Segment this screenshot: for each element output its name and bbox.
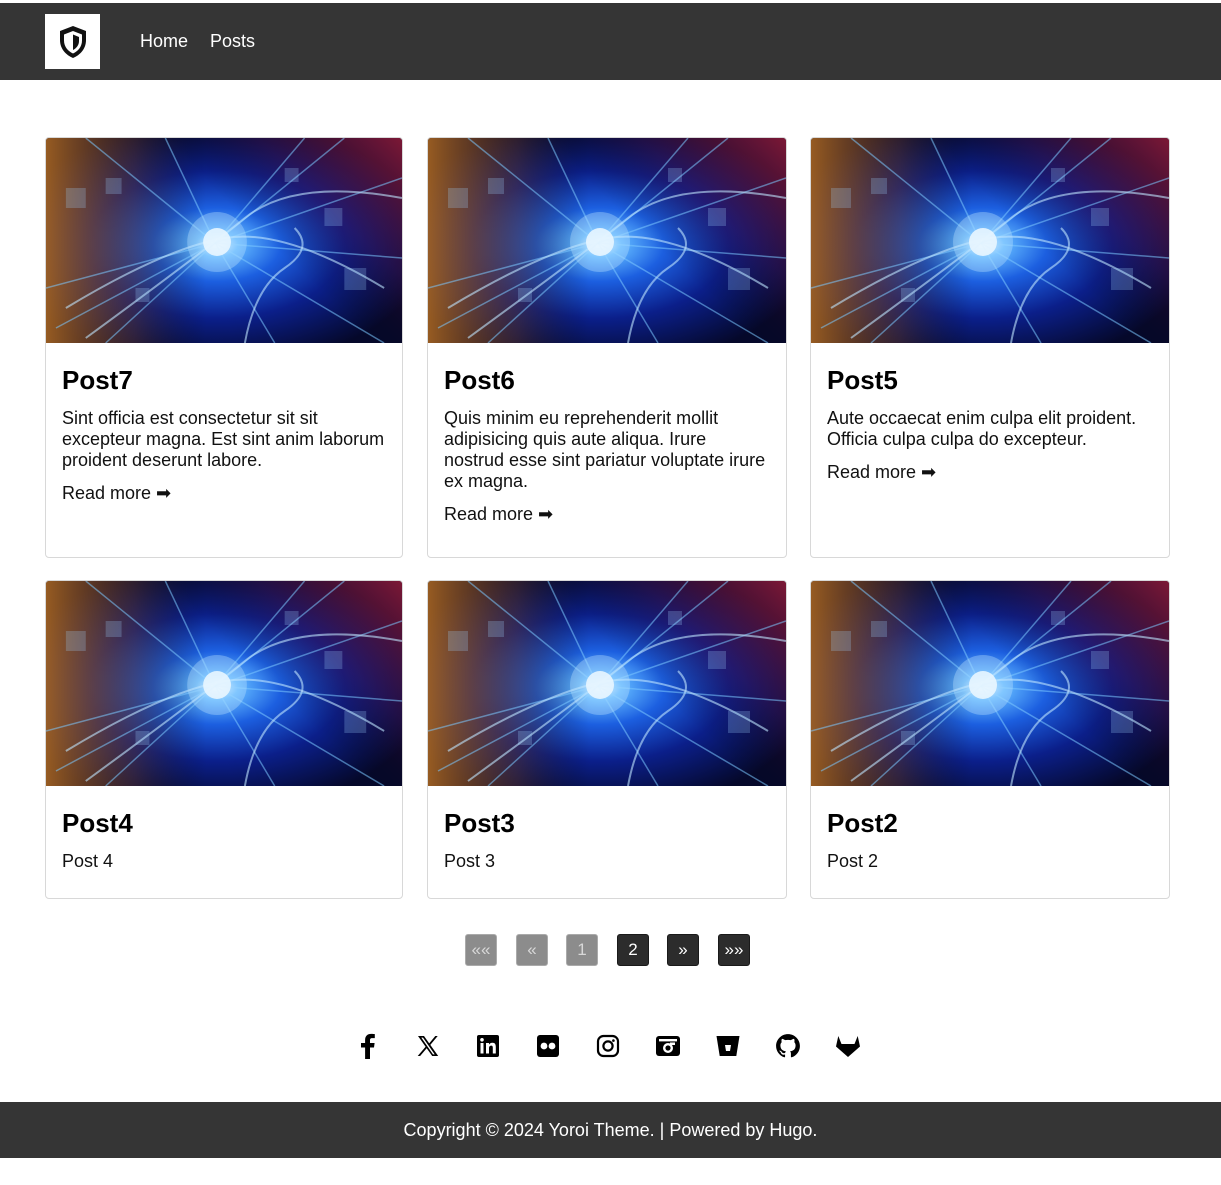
read-more-link[interactable]: Read more ➡ (62, 483, 171, 504)
flickr-icon[interactable] (532, 1030, 564, 1062)
bitbucket-icon[interactable] (712, 1030, 744, 1062)
page-1-button[interactable]: 1 (566, 934, 598, 966)
post-card-post5: Post5 Aute occaecat enim culpa elit proi… (810, 137, 1170, 558)
read-more-link[interactable]: Read more ➡ (444, 504, 553, 525)
last-page-button[interactable]: »» (718, 934, 750, 966)
post-thumbnail[interactable] (811, 581, 1169, 786)
post-summary: Post 4 (62, 851, 114, 871)
camera-icon[interactable] (652, 1030, 684, 1062)
yoroi-theme-link[interactable]: Yoroi Theme (549, 1120, 650, 1140)
linkedin-icon[interactable] (472, 1030, 504, 1062)
pagination: «« « 1 2 » »» (465, 934, 755, 966)
post-title[interactable]: Post7 (62, 365, 386, 395)
nav-home-link[interactable]: Home (140, 31, 188, 51)
previous-page-button[interactable]: « (516, 934, 548, 966)
nav-posts-link[interactable]: Posts (210, 31, 255, 51)
post-title[interactable]: Post4 (62, 808, 386, 838)
powered-by-text: . | Powered by (649, 1119, 770, 1140)
copyright-text: Copyright © 2024 Yoroi Theme. | Powered … (404, 1120, 818, 1141)
x-twitter-icon[interactable] (412, 1030, 444, 1062)
gitlab-icon[interactable] (832, 1030, 864, 1062)
social-links (0, 1030, 1221, 1062)
post-title[interactable]: Post6 (444, 365, 770, 395)
post-title[interactable]: Post3 (444, 808, 770, 838)
first-page-button[interactable]: «« (465, 934, 497, 966)
post-thumbnail[interactable] (428, 138, 786, 343)
github-icon[interactable] (772, 1030, 804, 1062)
post-summary: Aute occaecat enim culpa elit proident. … (827, 408, 1137, 449)
post-summary: Post 3 (444, 851, 496, 871)
read-more-link[interactable]: Read more ➡ (827, 462, 936, 483)
post-card-post4: Post4 Post 4 (45, 580, 403, 899)
post-thumbnail[interactable] (46, 138, 402, 343)
post-thumbnail[interactable] (428, 581, 786, 786)
site-header: Home Posts (0, 3, 1221, 80)
post-thumbnail[interactable] (46, 581, 402, 786)
post-summary: Sint officia est consectetur sit sit exc… (62, 408, 385, 470)
post-card-post3: Post3 Post 3 (427, 580, 787, 899)
main-nav: Home Posts (140, 31, 255, 51)
facebook-icon[interactable] (352, 1030, 384, 1062)
copyright-prefix: Copyright © 2024 (403, 1119, 549, 1140)
site-footer: Copyright © 2024 Yoroi Theme. | Powered … (0, 1102, 1221, 1158)
post-summary: Post 2 (827, 851, 879, 871)
instagram-icon[interactable] (592, 1030, 624, 1062)
post-title[interactable]: Post5 (827, 365, 1153, 395)
post-card-post7: Post7 Sint officia est consectetur sit s… (45, 137, 403, 558)
post-card-post2: Post2 Post 2 (810, 580, 1170, 899)
hugo-link[interactable]: Hugo (769, 1120, 812, 1140)
post-title[interactable]: Post2 (827, 808, 1153, 838)
post-summary: Quis minim eu reprehenderit mollit adipi… (444, 408, 766, 491)
shield-logo-icon (59, 25, 86, 58)
page-2-button[interactable]: 2 (617, 934, 649, 966)
site-logo[interactable] (45, 14, 100, 69)
post-card-post6: Post6 Quis minim eu reprehenderit mollit… (427, 137, 787, 558)
copyright-suffix: . (812, 1119, 818, 1140)
next-page-button[interactable]: » (667, 934, 699, 966)
post-thumbnail[interactable] (811, 138, 1169, 343)
